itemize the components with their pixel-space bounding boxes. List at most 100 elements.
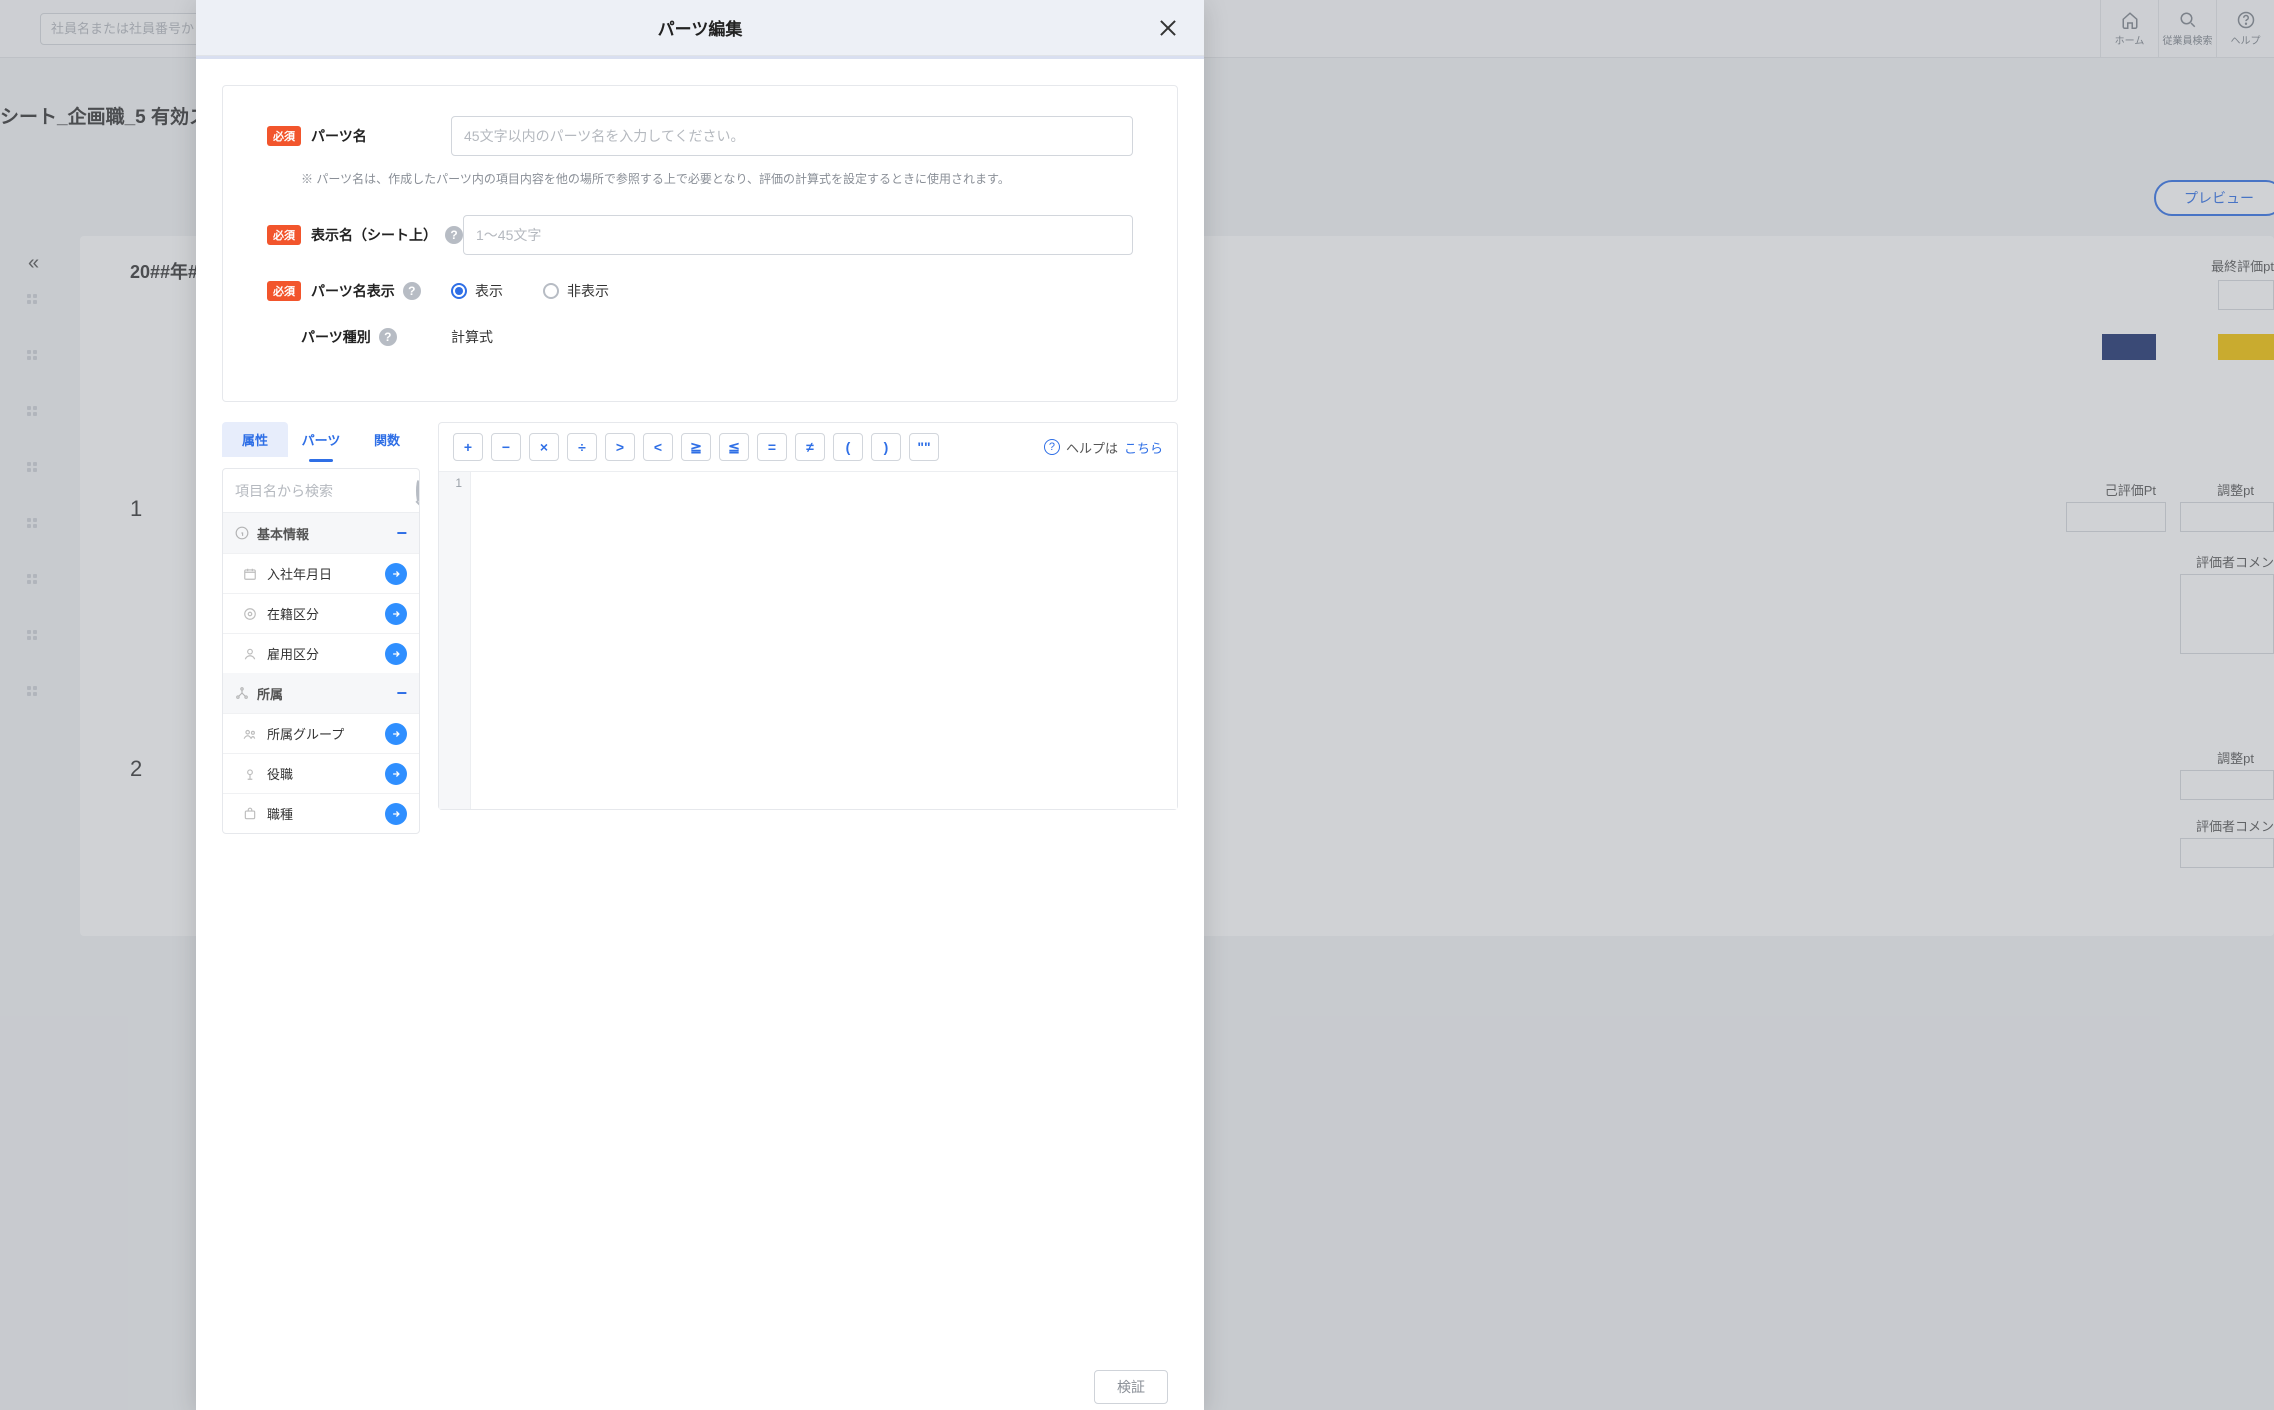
insert-button[interactable] — [385, 723, 407, 745]
person-icon — [243, 647, 257, 661]
op-gte[interactable]: ≧ — [681, 433, 711, 461]
insert-button[interactable] — [385, 563, 407, 585]
label-kind-text: パーツ種別 — [301, 327, 371, 347]
part-name-note: ※ パーツ名は、作成したパーツ内の項目内容を他の場所で参照する上で必要となり、評… — [301, 170, 1133, 187]
arrow-right-icon — [391, 769, 401, 779]
help-link: ? ヘルプはこちら — [1044, 438, 1163, 457]
radio-show-label: 表示 — [475, 281, 503, 301]
insert-button[interactable] — [385, 603, 407, 625]
input-display-name[interactable] — [463, 215, 1133, 255]
modal-header: パーツ編集 — [196, 0, 1204, 56]
group-icon — [243, 727, 257, 741]
modal-body: 必須 パーツ名 ※ パーツ名は、作成したパーツ内の項目内容を他の場所で参照する上… — [196, 59, 1204, 1410]
collapse-icon[interactable]: − — [396, 523, 407, 544]
help-prefix: ヘルプは — [1066, 438, 1118, 457]
item-label: 職種 — [267, 804, 293, 823]
side-panel: 基本情報 − 入社年月日 — [222, 468, 420, 834]
tab-attr[interactable]: 属性 — [222, 422, 288, 457]
modal-title: パーツ編集 — [658, 15, 743, 40]
help-icon[interactable]: ? — [403, 282, 421, 300]
op-neq[interactable]: ≠ — [795, 433, 825, 461]
insert-button[interactable] — [385, 763, 407, 785]
radio-icon — [543, 283, 559, 299]
item-label: 役職 — [267, 764, 293, 783]
collapse-icon[interactable]: − — [396, 683, 407, 704]
list-item: 所属グループ — [223, 713, 419, 753]
radio-hide[interactable]: 非表示 — [543, 281, 609, 301]
side-panel-wrap: 属性 パーツ 関数 基本情報 − — [222, 422, 420, 834]
status-icon — [243, 607, 257, 621]
label-display-name: 表示名（シート上） ? — [311, 225, 463, 245]
op-lte[interactable]: ≦ — [719, 433, 749, 461]
op-lparen[interactable]: ( — [833, 433, 863, 461]
radio-group-show: 表示 非表示 — [451, 281, 609, 301]
op-minus[interactable]: − — [491, 433, 521, 461]
group-basic-label: 基本情報 — [257, 524, 309, 543]
position-icon — [243, 767, 257, 781]
list-item: 雇用区分 — [223, 633, 419, 673]
group-org-label: 所属 — [257, 684, 283, 703]
editor-toolbar: + − × ÷ > < ≧ ≦ = ≠ ( ) "" — [439, 423, 1177, 472]
required-badge: 必須 — [267, 281, 301, 301]
label-show-name: パーツ名表示 ? — [311, 281, 451, 301]
help-icon[interactable]: ? — [379, 328, 397, 346]
op-div[interactable]: ÷ — [567, 433, 597, 461]
tab-func[interactable]: 関数 — [354, 422, 420, 457]
item-label: 在籍区分 — [267, 604, 319, 623]
side-search — [223, 469, 419, 513]
input-part-name[interactable] — [451, 116, 1133, 156]
group-header-org[interactable]: 所属 − — [223, 673, 419, 713]
verify-button[interactable]: 検証 — [1094, 1370, 1168, 1404]
parts-edit-modal: パーツ編集 必須 パーツ名 ※ パーツ名は、作成したパーツ内の項目内容を他の場所… — [196, 0, 1204, 1410]
insert-button[interactable] — [385, 643, 407, 665]
op-mult[interactable]: × — [529, 433, 559, 461]
list-item: 在籍区分 — [223, 593, 419, 633]
arrow-right-icon — [391, 729, 401, 739]
info-icon — [235, 526, 249, 540]
op-gt[interactable]: > — [605, 433, 635, 461]
list-item: 職種 — [223, 793, 419, 833]
arrow-right-icon — [391, 809, 401, 819]
row-display-name: 必須 表示名（シート上） ? — [267, 215, 1133, 255]
row-show-name: 必須 パーツ名表示 ? 表示 非表示 — [267, 281, 1133, 301]
help-link-anchor[interactable]: こちら — [1124, 438, 1163, 457]
side-search-input[interactable] — [235, 483, 416, 499]
operator-buttons: + − × ÷ > < ≧ ≦ = ≠ ( ) "" — [453, 433, 939, 461]
op-lt[interactable]: < — [643, 433, 673, 461]
list-item: 入社年月日 — [223, 553, 419, 593]
arrow-right-icon — [391, 569, 401, 579]
formula-editor: + − × ÷ > < ≧ ≦ = ≠ ( ) "" — [438, 422, 1178, 810]
row-part-name: 必須 パーツ名 — [267, 116, 1133, 156]
tab-underline — [309, 459, 333, 462]
line-gutter: 1 — [439, 472, 471, 809]
close-icon[interactable] — [1156, 16, 1180, 40]
radio-show[interactable]: 表示 — [451, 281, 503, 301]
editor-row: 属性 パーツ 関数 基本情報 − — [222, 422, 1178, 834]
radio-hide-label: 非表示 — [567, 281, 609, 301]
tab-parts[interactable]: パーツ — [288, 422, 354, 457]
code-content[interactable] — [471, 472, 1177, 809]
op-eq[interactable]: = — [757, 433, 787, 461]
group-header-basic[interactable]: 基本情報 − — [223, 513, 419, 553]
item-label: 所属グループ — [267, 724, 344, 743]
search-icon[interactable] — [416, 480, 420, 502]
calendar-icon — [243, 567, 257, 581]
list-item: 役職 — [223, 753, 419, 793]
code-area[interactable]: 1 — [439, 472, 1177, 809]
help-icon: ? — [1044, 439, 1060, 455]
kind-value: 計算式 — [451, 327, 493, 347]
label-display-name-text: 表示名（シート上） — [311, 225, 437, 245]
item-label: 雇用区分 — [267, 644, 319, 663]
op-plus[interactable]: + — [453, 433, 483, 461]
help-icon[interactable]: ? — [445, 226, 463, 244]
side-tabs: 属性 パーツ 関数 — [222, 422, 420, 457]
op-quote[interactable]: "" — [909, 433, 939, 461]
label-kind: パーツ種別 ? — [301, 327, 441, 347]
insert-button[interactable] — [385, 803, 407, 825]
radio-icon — [451, 283, 467, 299]
arrow-right-icon — [391, 609, 401, 619]
arrow-right-icon — [391, 649, 401, 659]
op-rparen[interactable]: ) — [871, 433, 901, 461]
item-label: 入社年月日 — [267, 564, 332, 583]
jobtype-icon — [243, 807, 257, 821]
